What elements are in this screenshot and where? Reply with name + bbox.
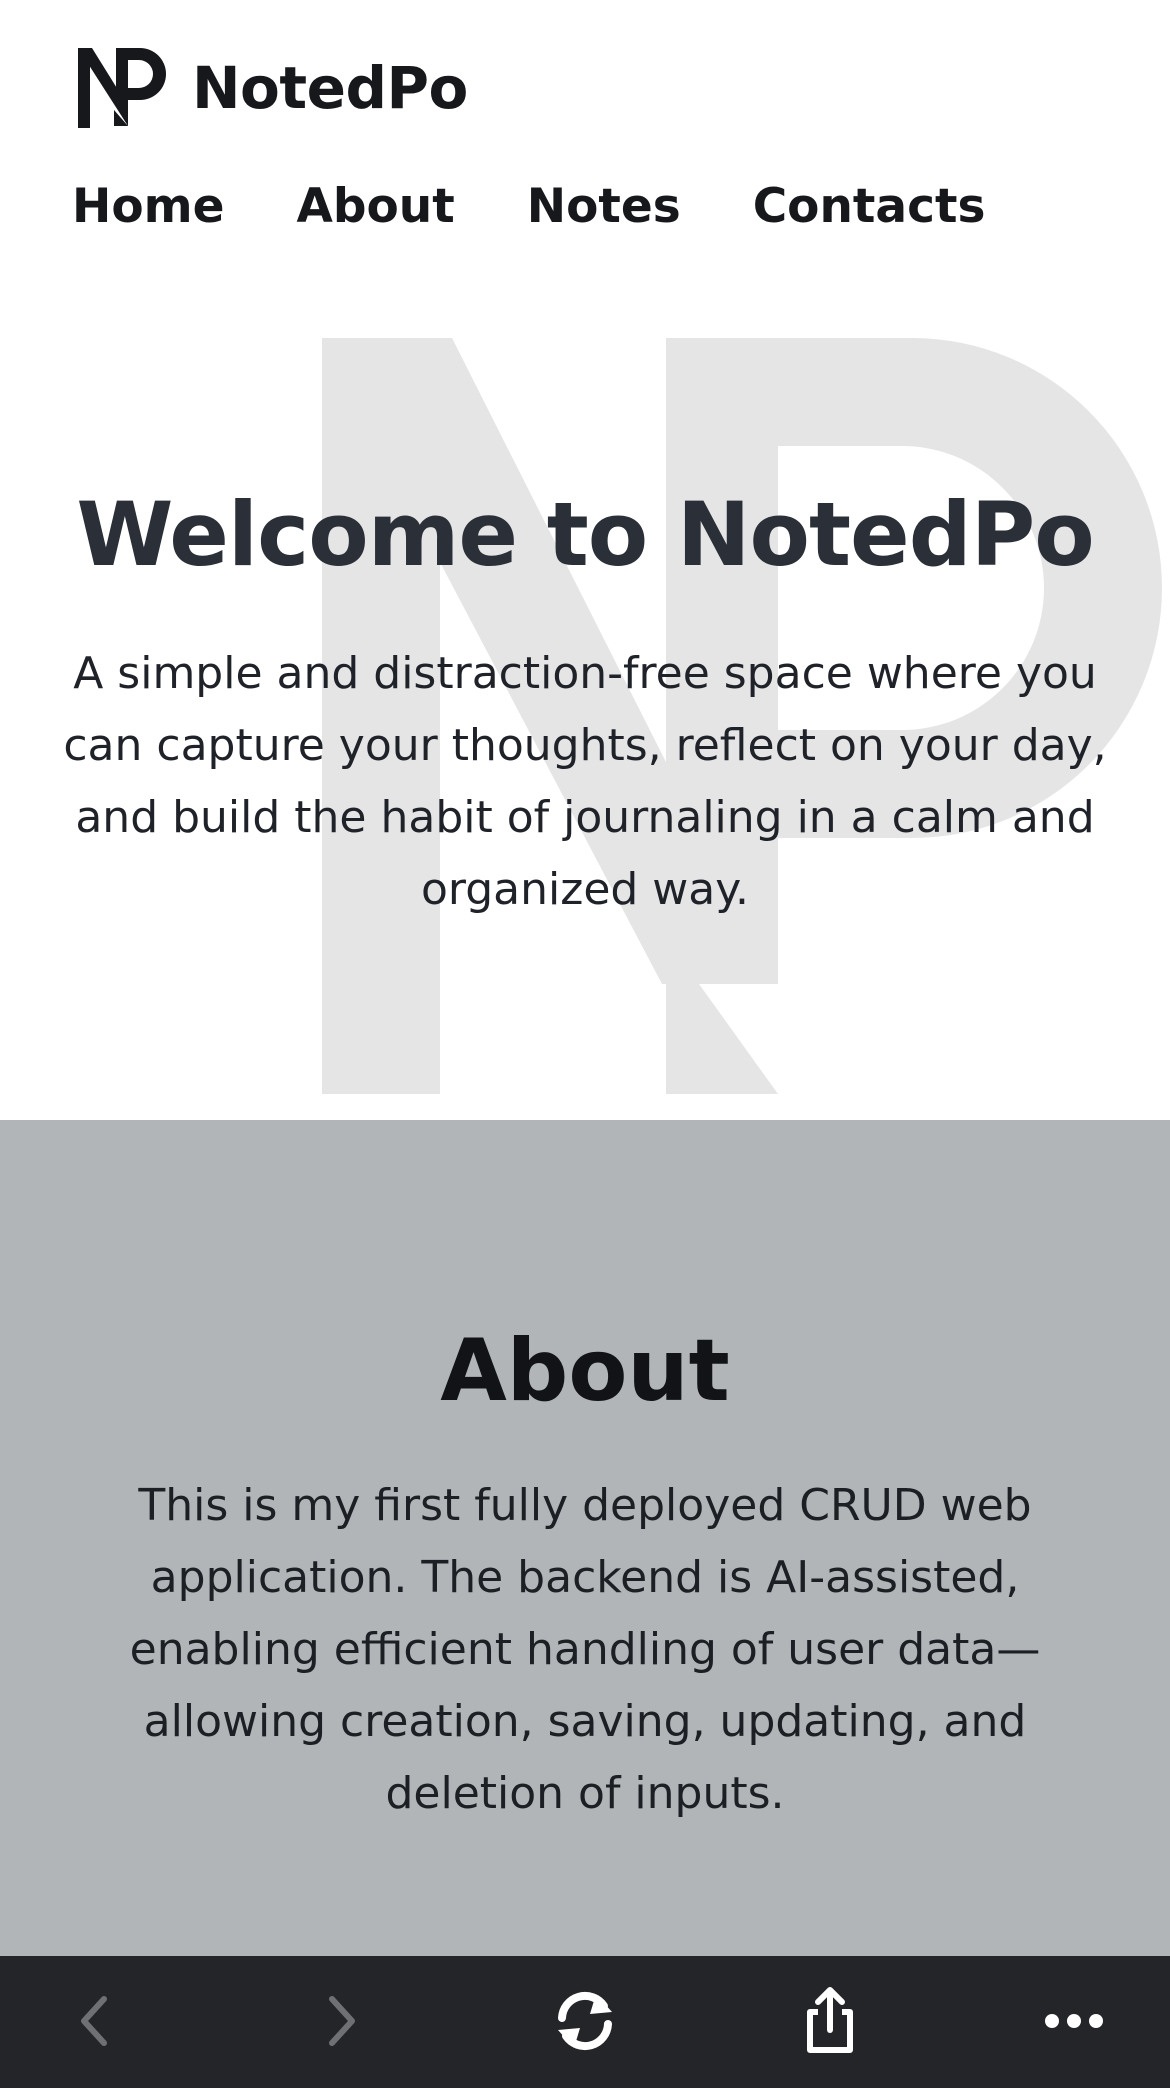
back-arrow-icon — [81, 1996, 107, 2046]
nav-item-about[interactable]: About — [296, 172, 454, 242]
reload-button[interactable] — [535, 1976, 635, 2066]
more-options-icon — [1045, 2014, 1103, 2028]
site-header: NotedPo Home About Notes Contacts — [0, 0, 1170, 290]
back-button[interactable] — [44, 1976, 144, 2066]
more-options-button[interactable] — [1024, 1976, 1124, 2066]
brand[interactable]: NotedPo — [76, 46, 468, 130]
about-title: About — [440, 1321, 730, 1421]
nav-item-contacts[interactable]: Contacts — [753, 172, 986, 242]
forward-button[interactable] — [292, 1976, 392, 2066]
share-icon — [807, 1987, 853, 2053]
forward-arrow-icon — [329, 1996, 355, 2046]
brand-name: NotedPo — [192, 54, 468, 122]
np-monogram-icon — [78, 48, 166, 128]
browser-toolbar — [0, 1956, 1170, 2088]
reload-icon — [558, 1991, 612, 2051]
nav-item-notes[interactable]: Notes — [527, 172, 681, 242]
hero-section: Welcome to NotedPo A simple and distract… — [0, 290, 1170, 1120]
nav-item-home[interactable]: Home — [72, 172, 224, 242]
main-nav: Home About Notes Contacts — [72, 172, 1057, 242]
hero-description: A simple and distraction-free space wher… — [63, 648, 1107, 915]
hero-title: Welcome to NotedPo — [76, 483, 1094, 586]
about-description: This is my first fully deployed CRUD web… — [129, 1480, 1041, 1819]
about-section: About This is my first fully deployed CR… — [0, 1120, 1170, 1956]
share-button[interactable] — [780, 1976, 880, 2066]
